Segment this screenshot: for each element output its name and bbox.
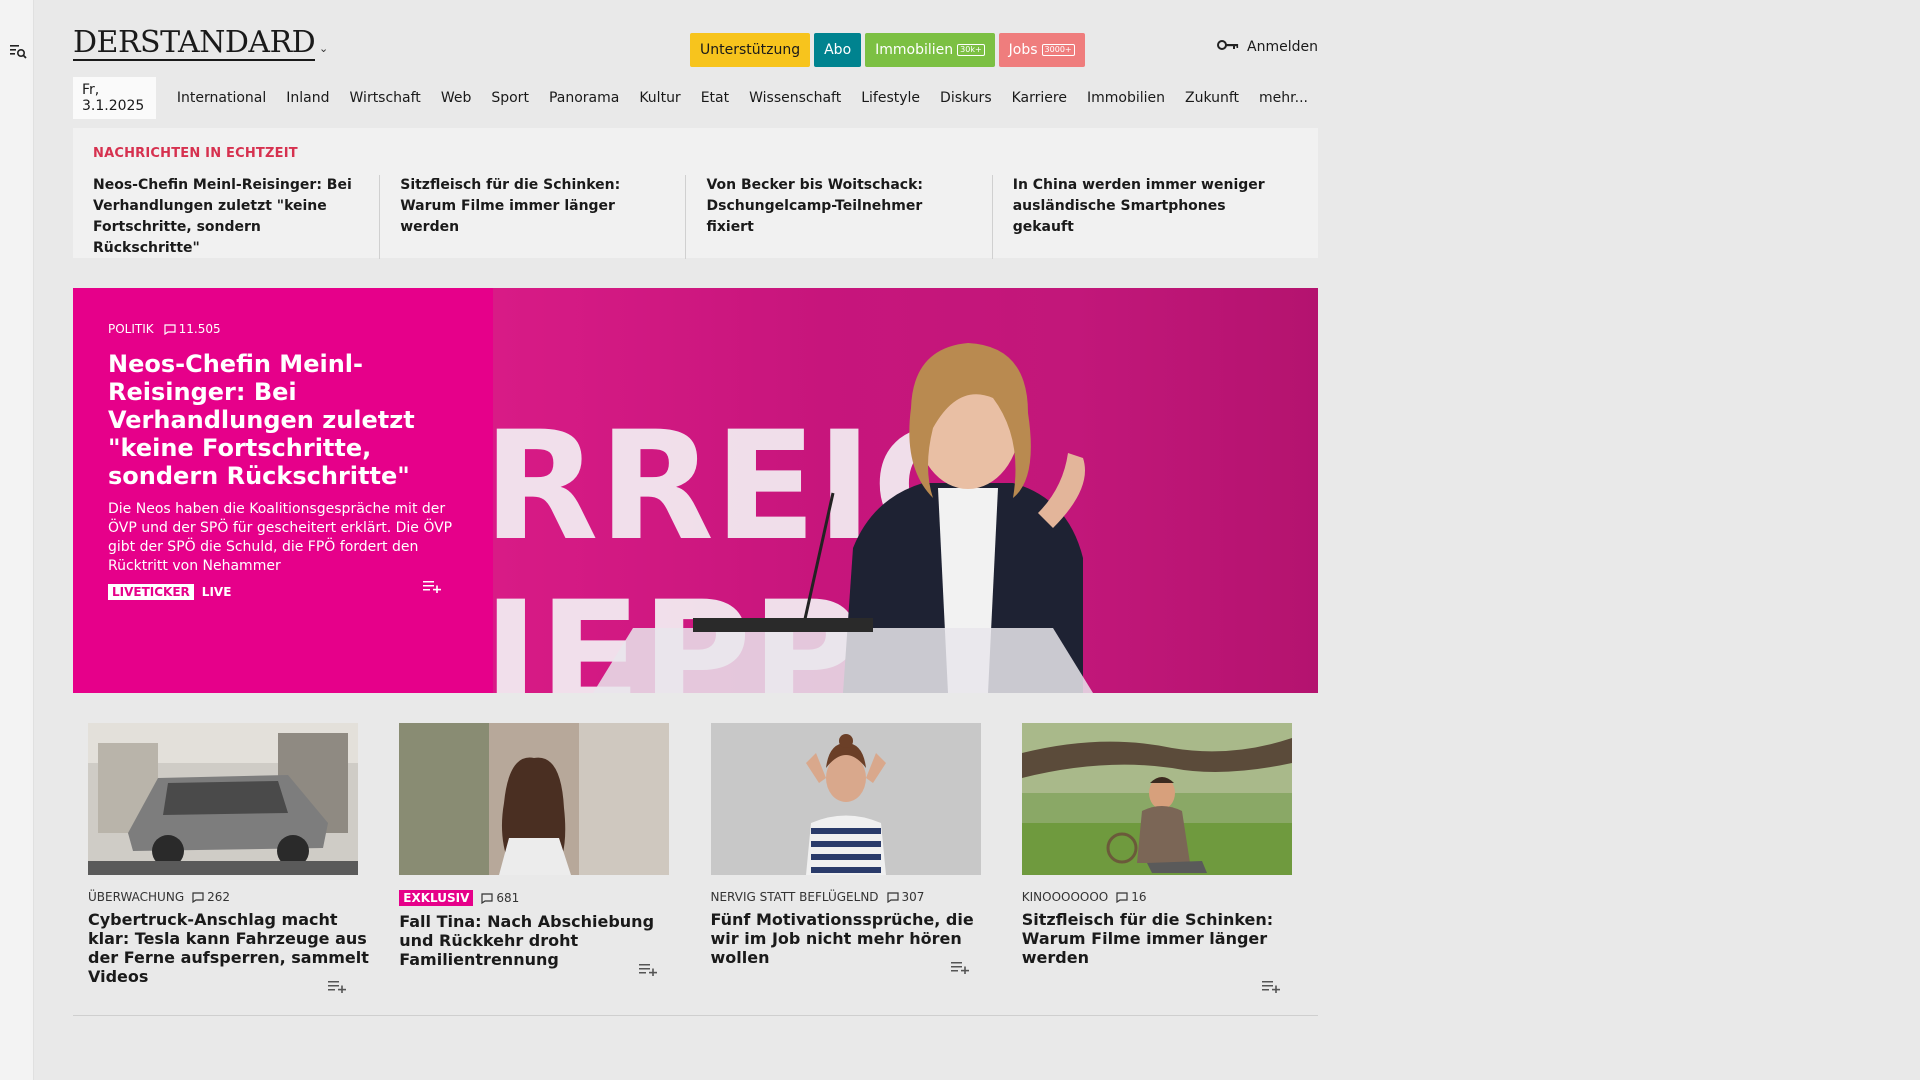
pill-label: Immobilien (875, 42, 954, 58)
nav-item-lifestyle[interactable]: Lifestyle (851, 90, 930, 106)
nav-item-sport[interactable]: Sport (481, 90, 539, 106)
site-header: DERSTANDARD ⌄ Unterstützung Abo Immobili… (73, 0, 1318, 70)
article-comments[interactable]: 262 (192, 890, 230, 904)
abo-button[interactable]: Abo (814, 33, 862, 67)
ticker-kicker: NACHRICHTEN IN ECHTZEIT (93, 146, 298, 161)
article-image (710, 723, 981, 875)
header-pills: Unterstützung Abo Immobilien 30k+ Jobs 3… (690, 33, 1085, 67)
article-image (88, 723, 358, 875)
hero-text: POLITIK 11.505 Neos-Chefin Meinl-Reising… (108, 322, 458, 600)
article-comments[interactable]: 16 (1116, 890, 1147, 904)
hero-tags: LIVETICKER LIVE (108, 584, 458, 600)
ticker-item[interactable]: Sitzfleisch für die Schinken: Warum Film… (379, 175, 685, 259)
article-image (1021, 723, 1292, 875)
article-card[interactable]: KINOOOOOOO 16 Sitzfleisch für die Schink… (1006, 723, 1318, 1016)
playlist-add-icon[interactable] (423, 578, 441, 597)
article-comments[interactable]: 681 (481, 891, 519, 905)
nav-item-more[interactable]: mehr... (1249, 90, 1318, 106)
comment-count: 681 (496, 891, 520, 905)
hero-comments: 11.505 (164, 322, 221, 336)
nav-item-zukunft[interactable]: Zukunft (1175, 90, 1249, 106)
article-card[interactable]: NERVIG STATT BEFLÜGELND 307 Fünf Motivat… (695, 723, 1007, 1016)
nav-item-immobilien[interactable]: Immobilien (1077, 90, 1175, 106)
article-kicker: ÜBERWACHUNG (88, 890, 185, 904)
hero-meta: POLITIK 11.505 (108, 322, 458, 336)
main-nav: Fr, 3.1.2025 International Inland Wirtsc… (73, 77, 1318, 119)
pill-label: Abo (824, 42, 852, 58)
immobilien-button[interactable]: Immobilien 30k+ (865, 33, 995, 67)
article-meta: ÜBERWACHUNG 262 (88, 890, 230, 904)
article-title[interactable]: Sitzfleisch für die Schinken: Warum Film… (1022, 910, 1307, 967)
article-meta: EXKLUSIV 681 (399, 890, 519, 906)
pill-label: Jobs (1008, 42, 1038, 58)
comment-icon (1116, 891, 1128, 903)
playlist-add-icon[interactable] (1261, 978, 1280, 997)
article-cards: ÜBERWACHUNG 262 Cybertruck-Anschlag mach… (73, 723, 1318, 1016)
hero-comment-count: 11.505 (178, 322, 221, 336)
nav-item-etat[interactable]: Etat (691, 90, 739, 106)
hero-title[interactable]: Neos-Chefin Meinl-Reisinger: Bei Verhand… (108, 350, 458, 490)
jobs-button[interactable]: Jobs 3000+ (998, 33, 1085, 67)
liveticker-badge: LIVETICKER (108, 584, 194, 600)
article-image (399, 723, 670, 875)
exclusive-badge: EXKLUSIV (399, 890, 474, 906)
nav-item-kultur[interactable]: Kultur (629, 90, 690, 106)
comment-icon (481, 892, 493, 904)
menu-search-icon[interactable] (9, 42, 27, 60)
current-date: Fr, 3.1.2025 (73, 77, 156, 119)
playlist-add-icon[interactable] (328, 978, 346, 997)
comment-icon (886, 891, 899, 903)
article-card[interactable]: EXKLUSIV 681 Fall Tina: Nach Abschiebung… (384, 723, 696, 1016)
nav-item-diskurs[interactable]: Diskurs (930, 90, 1002, 106)
ticker-item[interactable]: Neos-Chefin Meinl-Reisinger: Bei Ver­han… (93, 175, 379, 259)
nav-item-wirtschaft[interactable]: Wirtschaft (340, 90, 431, 106)
nav-item-web[interactable]: Web (431, 90, 482, 106)
comment-icon (164, 323, 176, 335)
comment-count: 307 (901, 890, 925, 904)
pill-count: 3000+ (1041, 44, 1075, 56)
article-kicker: NERVIG STATT BEFLÜGELND (710, 890, 879, 904)
comment-count: 16 (1131, 890, 1147, 904)
ticker-item[interactable]: In China werden immer weniger aus­ländis… (991, 175, 1298, 259)
comment-icon (192, 891, 204, 903)
nav-item-karriere[interactable]: Karriere (1002, 90, 1077, 106)
chevron-down-icon[interactable]: ⌄ (319, 42, 328, 55)
hero-article[interactable]: POLITIK 11.505 Neos-Chefin Meinl-Reising… (73, 288, 1318, 693)
article-title[interactable]: Cybertruck-Anschlag macht klar: Tesla ka… (88, 910, 373, 986)
key-icon (1217, 39, 1239, 55)
article-meta: NERVIG STATT BEFLÜGELND 307 (711, 890, 925, 904)
news-ticker: NACHRICHTEN IN ECHTZEIT Neos-Chefin Mein… (73, 128, 1318, 259)
article-meta: KINOOOOOOO 16 (1022, 890, 1147, 904)
playlist-add-icon[interactable] (950, 959, 969, 978)
support-button[interactable]: Unterstützung (690, 33, 811, 67)
article-comments[interactable]: 307 (886, 890, 925, 904)
pill-count: 30k+ (957, 44, 985, 56)
nav-item-wissenschaft[interactable]: Wissenschaft (739, 90, 851, 106)
live-badge: LIVE (201, 585, 232, 599)
article-kicker: KINOOOOOOO (1021, 890, 1109, 904)
hero-teaser: Die Neos haben die Koalitionsgespräche m… (108, 501, 453, 574)
nav-item-inland[interactable]: Inland (276, 90, 339, 106)
pill-label: Unterstützung (700, 42, 801, 58)
nav-item-panorama[interactable]: Panorama (539, 90, 629, 106)
login-label: Anmelden (1247, 39, 1318, 55)
hero-photo: RREIC IEPP (493, 288, 1318, 693)
playlist-add-icon[interactable] (639, 961, 658, 980)
site-logo[interactable]: DERSTANDARD (73, 28, 316, 61)
article-card[interactable]: ÜBERWACHUNG 262 Cybertruck-Anschlag mach… (73, 723, 385, 1016)
hero-section: POLITIK (108, 322, 154, 336)
nav-item-international[interactable]: International (167, 90, 276, 106)
side-rail (0, 0, 34, 1080)
login-button[interactable]: Anmelden (1217, 39, 1318, 55)
comment-count: 262 (207, 890, 231, 904)
ticker-items: Neos-Chefin Meinl-Reisinger: Bei Ver­han… (93, 175, 1298, 259)
ticker-item[interactable]: Von Becker bis Woitschack: Dschun­gelcam… (685, 175, 991, 259)
